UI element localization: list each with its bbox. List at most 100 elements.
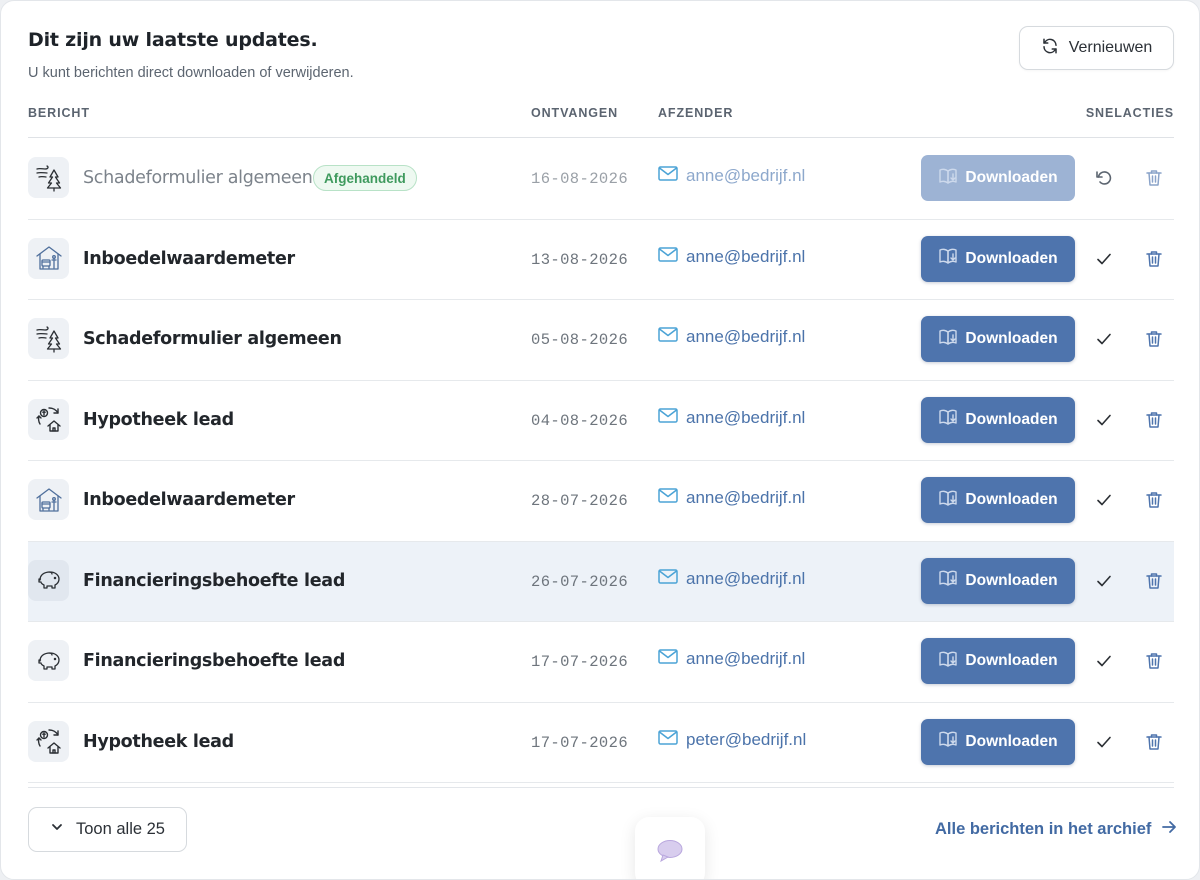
message-name[interactable]: Hypotheek lead	[83, 732, 234, 752]
download-button[interactable]: Downloaden	[921, 477, 1075, 523]
download-button[interactable]: Downloaden	[921, 316, 1075, 362]
message-name[interactable]: Inboedelwaardemeter	[83, 490, 295, 510]
trash-icon[interactable]	[1145, 249, 1163, 269]
table-row[interactable]: Financieringsbehoefte lead 26-07-2026 anne…	[28, 541, 1174, 622]
download-button[interactable]: Downloaden	[921, 396, 1075, 443]
mortgage-house-icon	[28, 398, 69, 440]
received-date: 16-08-2026	[531, 170, 629, 188]
undo-icon[interactable]	[1094, 168, 1114, 188]
mail-icon	[658, 327, 678, 347]
table-row[interactable]: Hypotheek lead 04-08-2026 anne@bedrijf.nl D…	[28, 381, 1174, 461]
mortgage-house-icon	[28, 720, 69, 762]
sender-email: anne@bedrijf.nl	[686, 407, 806, 427]
sender-link[interactable]: anne@bedrijf.nl	[658, 649, 805, 669]
sender-email: anne@bedrijf.nl	[686, 327, 806, 346]
check-icon[interactable]	[1094, 651, 1114, 671]
download-button[interactable]: Downloaden	[921, 557, 1075, 604]
download-button[interactable]: Downloaden	[921, 718, 1075, 765]
check-icon[interactable]	[1094, 410, 1114, 430]
table-row[interactable]: Inboedelwaardemeter 13-08-2026 anne@bedrij…	[28, 220, 1174, 300]
trash-icon[interactable]	[1145, 651, 1163, 671]
trash-icon[interactable]	[1145, 571, 1163, 591]
check-icon[interactable]	[1094, 249, 1114, 269]
download-button[interactable]: Downloaden	[921, 155, 1075, 201]
sender-link[interactable]: anne@bedrijf.nl	[658, 569, 805, 589]
download-label: Downloaden	[965, 410, 1058, 428]
sender-link[interactable]: anne@bedrijf.nl	[658, 166, 805, 186]
check-icon[interactable]	[1094, 490, 1114, 510]
book-download-icon	[938, 246, 958, 271]
download-button[interactable]: Downloaden	[921, 235, 1075, 282]
storm-tree-icon	[28, 157, 69, 198]
book-download-icon	[938, 488, 958, 513]
download-label: Downloaden	[965, 330, 1058, 347]
house-contents-icon	[28, 479, 69, 520]
download-label: Downloaden	[965, 652, 1058, 669]
sender-email: anne@bedrijf.nl	[686, 246, 806, 266]
footer-divider	[28, 787, 1174, 788]
table-row[interactable]: Schadeformulier algemeen 05-08-2026 anne@b…	[28, 300, 1174, 381]
message-name[interactable]: Schadeformulier algemeen	[83, 329, 342, 349]
table-row[interactable]: Financieringsbehoefte lead 17-07-2026 anne…	[28, 622, 1174, 703]
table-row[interactable]: Inboedelwaardemeter 28-07-2026 anne@bedrij…	[28, 461, 1174, 542]
mail-icon	[658, 488, 678, 508]
download-label: Downloaden	[965, 571, 1058, 589]
sender-email: anne@bedrijf.nl	[686, 166, 806, 185]
sender-link[interactable]: anne@bedrijf.nl	[658, 488, 805, 508]
message-name[interactable]: Schadeformulier algemeen	[83, 168, 313, 188]
storm-tree-icon	[28, 318, 69, 359]
message-name[interactable]: Hypotheek lead	[83, 410, 234, 430]
refresh-button[interactable]: Vernieuwen	[1019, 26, 1174, 70]
download-label: Downloaden	[965, 249, 1058, 267]
received-date: 04-08-2026	[531, 411, 629, 430]
message-list: Schadeformulier algemeen Afgehandeld 16-08…	[28, 139, 1174, 783]
trash-icon[interactable]	[1145, 490, 1163, 510]
message-name[interactable]: Financieringsbehoefte lead	[83, 571, 345, 591]
sender-link[interactable]: anne@bedrijf.nl	[658, 247, 805, 267]
archive-link[interactable]: Alle berichten in het archief	[935, 819, 1177, 840]
mail-icon	[658, 729, 678, 750]
received-date: 17-07-2026	[531, 733, 629, 752]
sender-link[interactable]: anne@bedrijf.nl	[658, 327, 805, 347]
received-date: 13-08-2026	[531, 250, 629, 269]
trash-icon[interactable]	[1145, 168, 1163, 188]
check-icon[interactable]	[1094, 732, 1114, 752]
received-date: 28-07-2026	[531, 492, 629, 510]
book-download-icon	[938, 166, 958, 191]
book-download-icon	[938, 649, 958, 674]
refresh-label: Vernieuwen	[1068, 39, 1153, 56]
sender-email: anne@bedrijf.nl	[686, 488, 806, 507]
sender-email: anne@bedrijf.nl	[686, 649, 806, 668]
download-label: Downloaden	[965, 732, 1058, 750]
book-download-icon	[938, 327, 958, 352]
column-header-sender: AFZENDER	[658, 106, 734, 120]
message-name[interactable]: Financieringsbehoefte lead	[83, 651, 345, 671]
status-badge: Afgehandeld	[313, 165, 417, 191]
received-date: 17-07-2026	[531, 653, 629, 671]
sender-email: anne@bedrijf.nl	[686, 568, 806, 588]
received-date: 05-08-2026	[531, 331, 629, 349]
message-name[interactable]: Inboedelwaardemeter	[83, 249, 295, 269]
house-contents-icon	[28, 237, 69, 279]
download-button[interactable]: Downloaden	[921, 638, 1075, 684]
updates-card: Dit zijn uw laatste updates. U kunt beri…	[0, 0, 1200, 880]
sender-link[interactable]: peter@bedrijf.nl	[658, 730, 806, 750]
chat-button[interactable]	[635, 817, 705, 879]
piggy-bank-icon	[28, 640, 69, 681]
table-row[interactable]: Schadeformulier algemeen Afgehandeld 16-08…	[28, 139, 1174, 220]
table-row[interactable]: Hypotheek lead 17-07-2026 peter@bedrijf.nl…	[28, 703, 1174, 783]
check-icon[interactable]	[1094, 329, 1114, 349]
sender-link[interactable]: anne@bedrijf.nl	[658, 408, 805, 428]
piggy-bank-icon	[28, 559, 69, 601]
trash-icon[interactable]	[1145, 329, 1163, 349]
trash-icon[interactable]	[1145, 732, 1163, 752]
mail-icon	[658, 166, 678, 186]
mail-icon	[658, 568, 678, 589]
download-label: Downloaden	[965, 169, 1058, 186]
show-all-button[interactable]: Toon alle 25	[28, 807, 187, 852]
trash-icon[interactable]	[1145, 410, 1163, 430]
arrow-right-icon	[1161, 819, 1177, 840]
chevron-down-icon	[50, 820, 64, 839]
chat-bubble-icon	[656, 839, 684, 868]
check-icon[interactable]	[1094, 571, 1114, 591]
